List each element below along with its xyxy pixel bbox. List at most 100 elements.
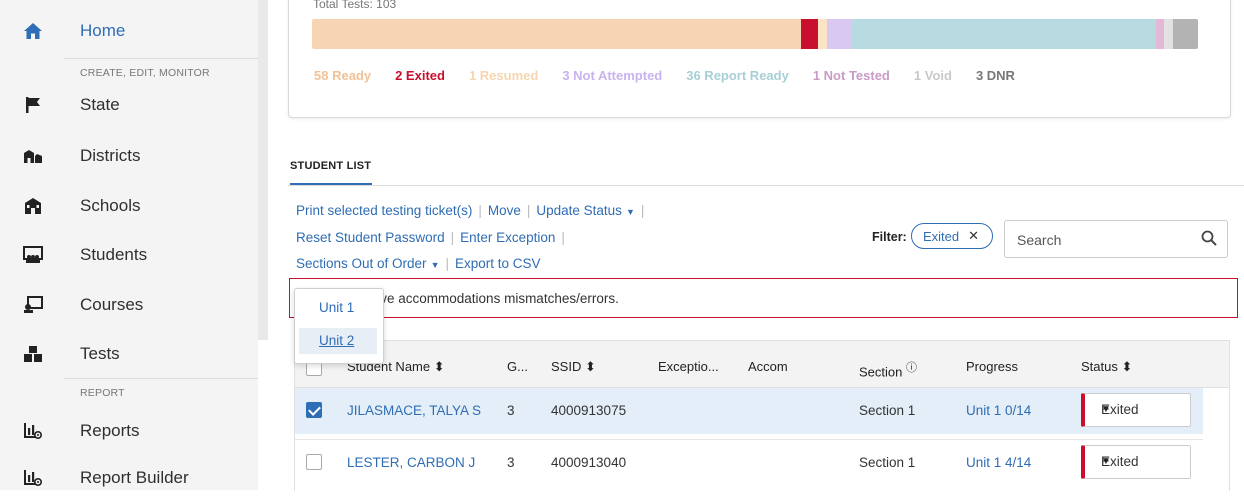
separator: |	[445, 256, 449, 271]
sidebar-item-home[interactable]: Home	[0, 8, 258, 54]
total-tests-label: Total Tests: 103	[313, 0, 397, 11]
home-icon	[22, 20, 44, 42]
enter-exception-link[interactable]: Enter Exception	[460, 230, 555, 245]
column-header-section[interactable]: Section ⓘ	[859, 359, 917, 379]
status-bar-segment	[852, 19, 1156, 49]
sidebar-item-schools[interactable]: Schools	[0, 183, 258, 229]
filter-chip-label: Exited	[923, 228, 960, 244]
menu-item-unit-1[interactable]: Unit 1	[299, 295, 377, 321]
separator: |	[526, 203, 531, 218]
sidebar-item-label: Reports	[80, 421, 140, 440]
legend-item[interactable]: 1 Not Tested	[813, 68, 890, 83]
legend-item[interactable]: 58 Ready	[314, 68, 371, 83]
filter-label: Filter:	[872, 230, 907, 244]
print-tickets-link[interactable]: Print selected testing ticket(s)	[296, 203, 472, 218]
header-label: Section	[859, 364, 903, 380]
legend-item[interactable]: 36 Report Ready	[686, 68, 789, 83]
legend-item[interactable]: 1 Resumed	[469, 68, 538, 83]
reset-password-link[interactable]: Reset Student Password	[296, 230, 445, 245]
alert-text: ) have accommodations mismatches/errors.	[357, 291, 619, 306]
ssid-cell: 4000913075	[551, 403, 627, 418]
sidebar-item-reports[interactable]: Reports	[0, 408, 258, 454]
sidebar-item-tests[interactable]: Tests	[0, 331, 258, 377]
action-row-1: Print selected testing ticket(s) | Move | Up…	[296, 203, 650, 218]
student-name-link[interactable]: JILASMACE, TALYA S	[347, 403, 481, 418]
sidebar-item-report-builder[interactable]: Report Builder	[0, 455, 258, 501]
grade-cell: 3	[507, 455, 515, 470]
status-bar-segment	[818, 19, 827, 49]
separator: |	[561, 230, 565, 245]
sidebar-item-label: Districts	[80, 146, 141, 165]
separator: |	[450, 230, 455, 245]
sidebar-item-state[interactable]: State	[0, 82, 258, 128]
sidebar-item-courses[interactable]: Courses	[0, 282, 258, 328]
info-icon[interactable]: ⓘ	[906, 362, 917, 374]
status-bar-segment	[826, 19, 853, 49]
update-status-dropdown[interactable]: Update Status ▼	[536, 203, 634, 218]
divider	[64, 58, 258, 59]
sections-out-of-order-label: Sections Out of Order	[296, 256, 427, 271]
sidebar-scrollbar[interactable]	[258, 0, 268, 340]
column-header-progress[interactable]: Progress	[966, 359, 1018, 374]
status-select[interactable]: Exited ▼	[1081, 445, 1191, 479]
sidebar-item-label: Schools	[80, 196, 141, 215]
column-header-ssid[interactable]: SSID ⬍	[551, 359, 596, 375]
students-icon	[22, 244, 44, 266]
status-bar-segment	[1155, 19, 1165, 49]
menu-item-label: Unit 2	[319, 333, 355, 348]
flag-icon	[22, 94, 44, 116]
accommodations-alert: ) have accommodations mismatches/errors.	[289, 278, 1238, 318]
menu-item-label: Unit 1	[319, 300, 355, 315]
reports-icon	[22, 420, 44, 442]
export-csv-link[interactable]: Export to CSV	[455, 256, 541, 271]
row-checkbox[interactable]	[306, 454, 322, 470]
sidebar-item-label: Students	[80, 245, 148, 264]
sidebar-item-districts[interactable]: Districts	[0, 133, 258, 179]
header-label: SSID	[551, 359, 582, 374]
action-row-2: Reset Student Password | Enter Exception |	[296, 230, 571, 245]
search-icon[interactable]	[1201, 230, 1217, 251]
grade-cell: 3	[507, 403, 515, 418]
tab-student-list[interactable]: STUDENT LIST	[290, 160, 371, 172]
legend-item[interactable]: 2 Exited	[395, 68, 445, 83]
action-row-3: Sections Out of Order ▼ | Export to CSV	[296, 256, 541, 271]
sidebar-item-label: Courses	[80, 295, 144, 314]
caret-down-icon: ▼	[430, 260, 440, 270]
tab-divider	[288, 185, 1244, 186]
test-summary-card: Total Tests: 103 58 Ready 2 Exited 1 Resum…	[288, 0, 1231, 118]
filter-chip-exited[interactable]: Exited ✕	[911, 223, 993, 249]
progress-link[interactable]: Unit 1 4/14	[966, 455, 1031, 470]
column-header-grade[interactable]: G...	[507, 359, 528, 374]
legend-item[interactable]: 3 DNR	[976, 68, 1015, 83]
sort-icon: ⬍	[1121, 359, 1133, 374]
column-header-status[interactable]: Status ⬍	[1081, 359, 1132, 375]
sections-dropdown-menu: Unit 1 Unit 2	[294, 288, 384, 364]
sections-out-of-order-dropdown[interactable]: Sections Out of Order ▼	[296, 256, 439, 271]
sidebar-item-students[interactable]: Students	[0, 232, 258, 278]
student-name-link[interactable]: LESTER, CARBON J	[347, 455, 475, 470]
status-bar-segment	[1172, 19, 1198, 49]
progress-link[interactable]: Unit 1 0/14	[966, 403, 1031, 418]
table-row[interactable]: LESTER, CARBON J 3 4000913040 Section 1 …	[295, 439, 1203, 486]
ssid-cell: 4000913040	[551, 455, 627, 470]
row-checkbox[interactable]	[306, 402, 322, 418]
legend-item[interactable]: 1 Void	[914, 68, 952, 83]
school-icon	[22, 195, 44, 217]
legend-item[interactable]: 3 Not Attempted	[562, 68, 662, 83]
sidebar-item-label: State	[80, 95, 120, 114]
menu-item-unit-2[interactable]: Unit 2	[299, 328, 377, 354]
move-link[interactable]: Move	[488, 203, 521, 218]
search-box	[1004, 220, 1228, 258]
districts-icon	[22, 145, 44, 167]
search-input[interactable]	[1015, 229, 1189, 251]
sidebar-item-label: Report Builder	[80, 468, 189, 487]
column-header-exceptions[interactable]: Exceptio...	[658, 359, 719, 374]
sidebar: Home CREATE, EDIT, MONITOR State Distric…	[0, 0, 258, 490]
table-row[interactable]: JILASMACE, TALYA S 3 4000913075 Section …	[295, 388, 1203, 434]
close-icon[interactable]: ✕	[968, 228, 979, 244]
update-status-label: Update Status	[536, 203, 622, 218]
column-header-accom[interactable]: Accom	[748, 359, 788, 374]
status-select[interactable]: Exited ▼	[1081, 393, 1191, 427]
header-label: Status	[1081, 359, 1118, 374]
divider	[64, 378, 258, 379]
